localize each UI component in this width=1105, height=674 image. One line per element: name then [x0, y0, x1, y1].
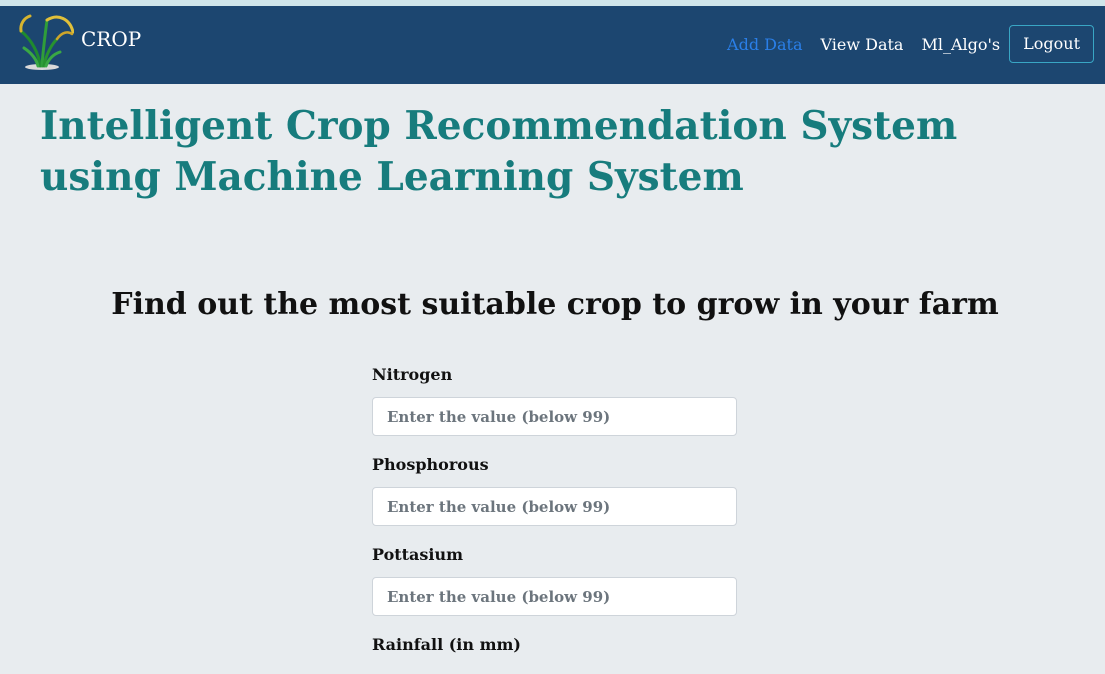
phosphorous-input[interactable]	[372, 487, 737, 526]
field-phosphorous: Phosphorous	[372, 452, 738, 526]
field-nitrogen: Nitrogen	[372, 362, 738, 436]
field-rainfall: Rainfall (in mm)	[372, 632, 738, 658]
nav-view-data[interactable]: View Data	[820, 35, 903, 54]
crop-form: Nitrogen Phosphorous Pottasium Rainfall …	[372, 362, 738, 674]
navbar: CROP Add Data View Data Ml_Algo's Logout	[0, 6, 1105, 84]
rainfall-label: Rainfall (in mm)	[372, 635, 521, 654]
field-pottasium: Pottasium	[372, 542, 738, 616]
nav-ml-algos[interactable]: Ml_Algo's	[921, 35, 1000, 54]
form-heading: Find out the most suitable crop to grow …	[111, 287, 999, 322]
brand[interactable]: CROP	[16, 12, 141, 74]
page-title: Intelligent Crop Recommendation System u…	[40, 103, 958, 200]
nav-links: Add Data View Data Ml_Algo's Logout	[727, 25, 1094, 63]
nitrogen-label: Nitrogen	[372, 365, 453, 384]
crop-plant-icon	[19, 14, 74, 70]
pottasium-label: Pottasium	[372, 545, 464, 564]
phosphorous-label: Phosphorous	[372, 455, 489, 474]
nitrogen-input[interactable]	[372, 397, 737, 436]
nav-add-data[interactable]: Add Data	[727, 35, 802, 54]
brand-name: CROP	[81, 27, 142, 51]
pottasium-input[interactable]	[372, 577, 737, 616]
logout-button[interactable]: Logout	[1009, 25, 1094, 63]
